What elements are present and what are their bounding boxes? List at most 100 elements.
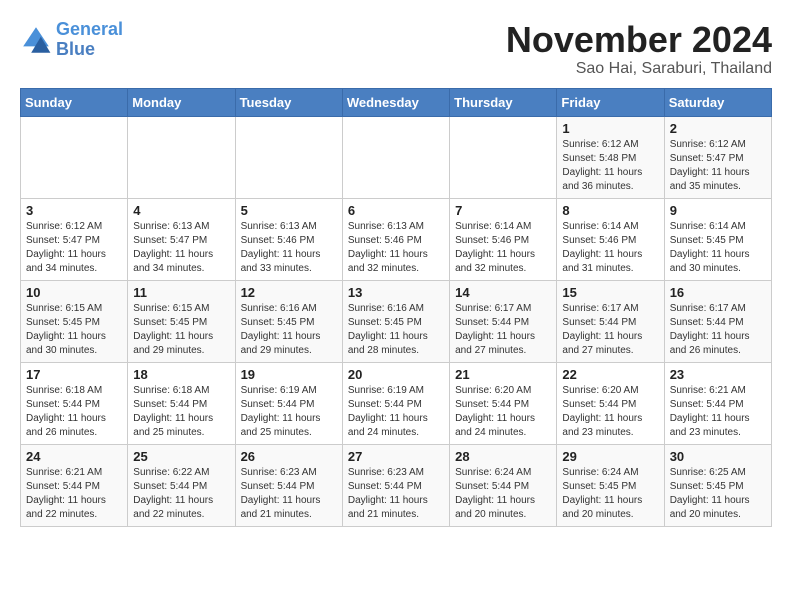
day-number: 2 [670,121,766,136]
day-info: Sunrise: 6:18 AM Sunset: 5:44 PM Dayligh… [26,384,122,440]
calendar-cell: 6 Sunrise: 6:13 AM Sunset: 5:46 PM Daylig… [342,198,449,280]
day-number: 10 [26,285,122,300]
calendar-cell: 3 Sunrise: 6:12 AM Sunset: 5:47 PM Daylig… [21,198,128,280]
calendar-cell: 29 Sunrise: 6:24 AM Sunset: 5:45 PM Dayli… [557,444,664,526]
day-number: 19 [241,367,337,382]
weekday-header-row: SundayMondayTuesdayWednesdayThursdayFrid… [21,88,772,116]
calendar-cell: 20Sunrise: 6:19 AM Sunset: 5:44 PM Dayli… [342,362,449,444]
day-info: Sunrise: 6:23 AM Sunset: 5:44 PM Dayligh… [348,466,444,522]
calendar-cell: 2 Sunrise: 6:12 AM Sunset: 5:47 PM Daylig… [664,116,771,198]
day-number: 14 [455,285,551,300]
title-area: November 2024 Sao Hai, Saraburi, Thailan… [506,20,772,78]
weekday-header-tuesday: Tuesday [235,88,342,116]
day-number: 12 [241,285,337,300]
calendar-cell: 25 Sunrise: 6:22 AM Sunset: 5:44 PM Dayli… [128,444,235,526]
day-number: 23 [670,367,766,382]
day-number: 29 [562,449,658,464]
location-title: Sao Hai, Saraburi, Thailand [506,60,772,78]
weekday-header-monday: Monday [128,88,235,116]
week-row-1: 1Sunrise: 6:12 AM Sunset: 5:48 PM Daylig… [21,116,772,198]
day-info: Sunrise: 6:20 AM Sunset: 5:44 PM Dayligh… [455,384,551,440]
calendar-cell: 17 Sunrise: 6:18 AM Sunset: 5:44 PM Dayli… [21,362,128,444]
day-number: 28 [455,449,551,464]
calendar-cell [450,116,557,198]
logo: General Blue [20,20,123,60]
logo-line1: General [56,19,123,39]
day-info: Sunrise: 6:14 AM Sunset: 5:46 PM Dayligh… [562,220,658,276]
day-number: 1 [562,121,658,136]
day-number: 16 [670,285,766,300]
day-number: 17 [26,367,122,382]
day-info: Sunrise: 6:12 AM Sunset: 5:47 PM Dayligh… [26,220,122,276]
calendar-cell: 23 Sunrise: 6:21 AM Sunset: 5:44 PM Dayli… [664,362,771,444]
day-number: 5 [241,203,337,218]
calendar-cell: 5 Sunrise: 6:13 AM Sunset: 5:46 PM Daylig… [235,198,342,280]
calendar-cell: 14 Sunrise: 6:17 AM Sunset: 5:44 PM Dayli… [450,280,557,362]
day-info: Sunrise: 6:22 AM Sunset: 5:44 PM Dayligh… [133,466,229,522]
weekday-header-saturday: Saturday [664,88,771,116]
day-number: 27 [348,449,444,464]
day-number: 9 [670,203,766,218]
day-number: 3 [26,203,122,218]
day-number: 11 [133,285,229,300]
day-info: Sunrise: 6:15 AM Sunset: 5:45 PM Dayligh… [26,302,122,358]
weekday-header-wednesday: Wednesday [342,88,449,116]
day-number: 21 [455,367,551,382]
day-info: Sunrise: 6:13 AM Sunset: 5:46 PM Dayligh… [241,220,337,276]
calendar-cell: 24 Sunrise: 6:21 AM Sunset: 5:44 PM Dayli… [21,444,128,526]
calendar-cell: 9 Sunrise: 6:14 AM Sunset: 5:45 PM Daylig… [664,198,771,280]
day-number: 7 [455,203,551,218]
day-number: 22 [562,367,658,382]
day-number: 6 [348,203,444,218]
day-number: 15 [562,285,658,300]
logo-text: General Blue [56,20,123,60]
day-info: Sunrise: 6:14 AM Sunset: 5:46 PM Dayligh… [455,220,551,276]
day-info: Sunrise: 6:16 AM Sunset: 5:45 PM Dayligh… [348,302,444,358]
day-number: 30 [670,449,766,464]
day-info: Sunrise: 6:12 AM Sunset: 5:47 PM Dayligh… [670,138,766,194]
day-info: Sunrise: 6:19 AM Sunset: 5:44 PM Dayligh… [241,384,337,440]
day-info: Sunrise: 6:21 AM Sunset: 5:44 PM Dayligh… [670,384,766,440]
calendar-cell: 16Sunrise: 6:17 AM Sunset: 5:44 PM Dayli… [664,280,771,362]
calendar-cell [21,116,128,198]
calendar-cell: 30 Sunrise: 6:25 AM Sunset: 5:45 PM Dayli… [664,444,771,526]
calendar-cell: 7 Sunrise: 6:14 AM Sunset: 5:46 PM Daylig… [450,198,557,280]
calendar-cell: 11 Sunrise: 6:15 AM Sunset: 5:45 PM Dayli… [128,280,235,362]
weekday-header-sunday: Sunday [21,88,128,116]
day-info: Sunrise: 6:13 AM Sunset: 5:46 PM Dayligh… [348,220,444,276]
calendar-cell: 13 Sunrise: 6:16 AM Sunset: 5:45 PM Dayli… [342,280,449,362]
calendar-cell: 8 Sunrise: 6:14 AM Sunset: 5:46 PM Daylig… [557,198,664,280]
day-info: Sunrise: 6:25 AM Sunset: 5:45 PM Dayligh… [670,466,766,522]
calendar-cell [342,116,449,198]
day-info: Sunrise: 6:17 AM Sunset: 5:44 PM Dayligh… [455,302,551,358]
day-info: Sunrise: 6:20 AM Sunset: 5:44 PM Dayligh… [562,384,658,440]
day-number: 4 [133,203,229,218]
weekday-header-thursday: Thursday [450,88,557,116]
day-info: Sunrise: 6:14 AM Sunset: 5:45 PM Dayligh… [670,220,766,276]
calendar-cell: 12 Sunrise: 6:16 AM Sunset: 5:45 PM Dayli… [235,280,342,362]
calendar-cell: 28 Sunrise: 6:24 AM Sunset: 5:44 PM Dayli… [450,444,557,526]
day-info: Sunrise: 6:24 AM Sunset: 5:44 PM Dayligh… [455,466,551,522]
day-info: Sunrise: 6:21 AM Sunset: 5:44 PM Dayligh… [26,466,122,522]
calendar-cell: 26Sunrise: 6:23 AM Sunset: 5:44 PM Dayli… [235,444,342,526]
calendar-cell: 21 Sunrise: 6:20 AM Sunset: 5:44 PM Dayli… [450,362,557,444]
day-info: Sunrise: 6:24 AM Sunset: 5:45 PM Dayligh… [562,466,658,522]
week-row-2: 3 Sunrise: 6:12 AM Sunset: 5:47 PM Daylig… [21,198,772,280]
day-info: Sunrise: 6:13 AM Sunset: 5:47 PM Dayligh… [133,220,229,276]
month-title: November 2024 [506,20,772,60]
day-info: Sunrise: 6:18 AM Sunset: 5:44 PM Dayligh… [133,384,229,440]
day-info: Sunrise: 6:23 AM Sunset: 5:44 PM Dayligh… [241,466,337,522]
day-info: Sunrise: 6:16 AM Sunset: 5:45 PM Dayligh… [241,302,337,358]
day-number: 25 [133,449,229,464]
day-info: Sunrise: 6:15 AM Sunset: 5:45 PM Dayligh… [133,302,229,358]
logo-icon [20,24,52,56]
week-row-3: 10 Sunrise: 6:15 AM Sunset: 5:45 PM Dayli… [21,280,772,362]
day-number: 8 [562,203,658,218]
day-number: 13 [348,285,444,300]
logo-line2: Blue [56,39,95,59]
calendar-cell: 27 Sunrise: 6:23 AM Sunset: 5:44 PM Dayli… [342,444,449,526]
weekday-header-friday: Friday [557,88,664,116]
day-number: 24 [26,449,122,464]
calendar-cell: 10 Sunrise: 6:15 AM Sunset: 5:45 PM Dayli… [21,280,128,362]
calendar-cell: 19 Sunrise: 6:19 AM Sunset: 5:44 PM Dayli… [235,362,342,444]
